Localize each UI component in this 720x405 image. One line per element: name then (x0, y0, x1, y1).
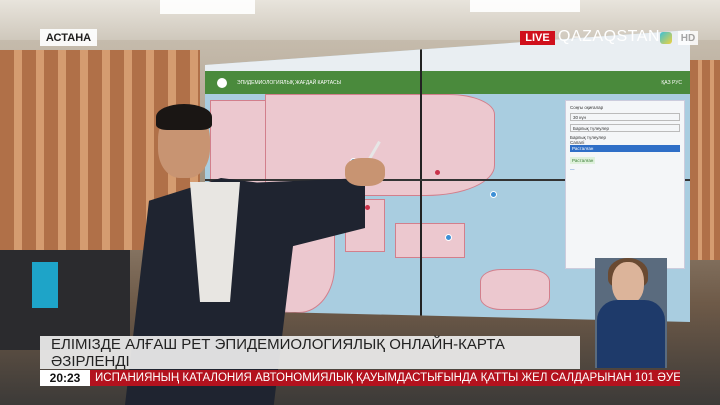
news-ticker: ИСПАНИЯНЫҢ КАТАЛОНИЯ АВТОНОМИЯЛЫҚ ҚАУЫМД… (90, 370, 680, 386)
hd-badge: HD (678, 31, 698, 45)
land-australia (480, 269, 550, 311)
panel-title: Соңғы оқиғалар (570, 105, 604, 111)
clock: 20:23 (40, 370, 90, 386)
map-title: ЭПИДЕМИОЛОГИЯЛЫҚ ЖАҒДАЙ КАРТАСЫ (237, 79, 342, 86)
interpreter-head (612, 262, 644, 304)
ceiling-light (160, 0, 255, 14)
location-label: АСТАНА (40, 29, 97, 46)
details-link[interactable]: — (570, 167, 680, 172)
cluster-marker[interactable] (490, 190, 497, 198)
presenter-hair (156, 104, 212, 130)
screen-seam (420, 30, 422, 322)
live-badge: LIVE (520, 31, 555, 45)
channel-logo-icon (660, 32, 672, 44)
land-indonesia (395, 222, 465, 258)
headline-lower-third: ЕЛІМІЗДЕ АЛҒАШ РЕТ ЭПИДЕМИОЛОГИЯЛЫҚ ОНЛА… (40, 336, 580, 370)
status-tag: Расталған (570, 157, 596, 165)
map-app-header: ЭПИДЕМИОЛОГИЯЛЫҚ ЖАҒДАЙ КАРТАСЫ ҚАЗ РУС (205, 70, 690, 95)
window-blinds (690, 60, 720, 260)
language-switch[interactable]: ҚАЗ РУС (661, 80, 682, 86)
channel-logo: QAZAQSTAN (558, 28, 660, 45)
dropdown-option-selected[interactable]: Расталған (570, 145, 680, 153)
kazakhstan-flag (32, 262, 58, 308)
ministry-logo-icon (217, 77, 227, 88)
status-select[interactable]: Барлық түлеулер (570, 124, 680, 133)
ceiling-light (470, 0, 580, 12)
recent-events-panel: Соңғы оқиғалар 30 күн Барлық түлеулер Ба… (565, 100, 685, 270)
period-select[interactable]: 30 күн (570, 113, 680, 122)
presenter-hand (345, 158, 385, 186)
interpreter-body (597, 300, 665, 368)
